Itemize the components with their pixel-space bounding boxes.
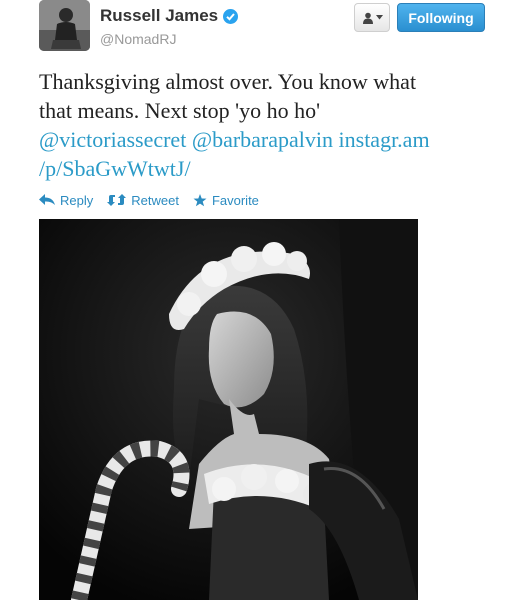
display-name[interactable]: Russell James xyxy=(100,6,218,26)
chevron-down-icon xyxy=(375,15,383,20)
photo-image xyxy=(39,219,418,600)
verified-badge-icon xyxy=(223,8,239,24)
user-icon xyxy=(362,12,373,24)
tweet-text: Thanksgiving almost over. You know what … xyxy=(39,67,509,183)
tweet-header: Russell James @NomadRJ Following xyxy=(0,0,525,60)
retweet-label: Retweet xyxy=(131,192,179,208)
retweet-button[interactable]: Retweet xyxy=(107,193,179,208)
tweet-text-line: that means. Next stop 'yo ho ho' xyxy=(39,98,321,123)
username[interactable]: @NomadRJ xyxy=(100,31,176,47)
reply-button[interactable]: Reply xyxy=(39,193,93,208)
url-link[interactable]: /p/SbaGwWtwtJ/ xyxy=(39,156,191,181)
tweet-photo[interactable] xyxy=(39,219,418,600)
following-button[interactable]: Following xyxy=(397,3,485,32)
retweet-icon xyxy=(107,194,127,206)
favorite-label: Favorite xyxy=(211,192,259,208)
reply-icon xyxy=(39,194,55,205)
tweet-text-line: /p/SbaGwWtwtJ/ xyxy=(39,154,509,183)
tweet-actions: Reply Retweet Favorite xyxy=(39,190,273,210)
tweet-text-line: Thanksgiving almost over. You know what xyxy=(39,69,417,94)
reply-label: Reply xyxy=(60,192,94,208)
star-icon xyxy=(193,193,207,206)
avatar[interactable] xyxy=(39,0,90,51)
tweet-text-line: @victoriassecret @barbarapalvin instagr.… xyxy=(39,125,509,154)
avatar-photo xyxy=(39,0,90,51)
display-name-row: Russell James xyxy=(100,6,239,26)
user-actions-button[interactable] xyxy=(354,3,390,32)
favorite-button[interactable]: Favorite xyxy=(193,193,259,208)
mention-link[interactable]: @victoriassecret xyxy=(39,127,186,152)
url-link[interactable]: instagr.am xyxy=(339,127,430,152)
mention-link[interactable]: @barbarapalvin xyxy=(192,127,333,152)
